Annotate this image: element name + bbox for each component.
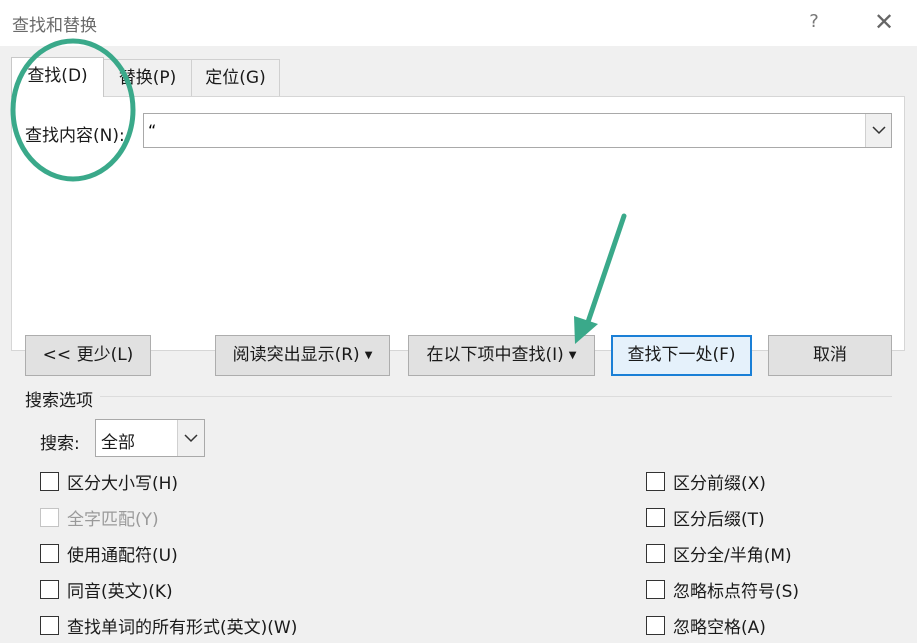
find-next-label: 查找下一处(F): [627, 345, 736, 365]
checkbox-label: 区分全/半角(M): [673, 546, 792, 566]
search-direction-select[interactable]: 全部: [95, 419, 205, 457]
checkbox-label: 区分大小写(H): [67, 474, 179, 494]
ignore-space-checkbox[interactable]: 忽略空格(A): [646, 613, 766, 638]
checkbox-label: 区分后缀(T): [673, 510, 765, 530]
dialog-body: 查找(D) 替换(P) 定位(G) 查找内容(N): << 更少(L) 阅读突出…: [0, 46, 917, 643]
checkbox-label: 使用通配符(U): [67, 546, 178, 566]
checkbox-box[interactable]: [646, 580, 665, 599]
checkbox-box[interactable]: [646, 616, 665, 635]
find-what-label: 查找内容(N):: [25, 126, 125, 146]
checkbox-label: 区分前缀(X): [673, 474, 766, 494]
checkbox-label: 忽略标点符号(S): [673, 582, 800, 602]
tab-replace[interactable]: 替换(P): [103, 59, 192, 96]
sounds-like-checkbox[interactable]: 同音(英文)(K): [40, 577, 173, 602]
chevron-down-icon[interactable]: [865, 114, 891, 147]
checkbox-box[interactable]: [646, 508, 665, 527]
wildcards-checkbox[interactable]: 使用通配符(U): [40, 541, 178, 566]
checkbox-label: 查找单词的所有形式(英文)(W): [67, 618, 298, 638]
search-direction-label: 搜索:: [40, 434, 80, 454]
checkbox-label: 全字匹配(Y): [67, 510, 159, 530]
search-direction-value: 全部: [101, 433, 135, 453]
reading-highlight-label: 阅读突出显示(R): [232, 345, 360, 365]
cancel-button[interactable]: 取消: [768, 335, 892, 376]
dropdown-arrow-icon: ▼: [364, 350, 373, 361]
checkbox-box[interactable]: [646, 472, 665, 491]
word-forms-checkbox[interactable]: 查找单词的所有形式(英文)(W): [40, 613, 297, 638]
match-case-checkbox[interactable]: 区分大小写(H): [40, 469, 178, 494]
less-button[interactable]: << 更少(L): [25, 335, 151, 376]
find-next-button[interactable]: 查找下一处(F): [611, 335, 752, 376]
less-button-label: << 更少(L): [42, 345, 134, 365]
checkbox-label: 同音(英文)(K): [67, 582, 173, 602]
whole-word-checkbox: 全字匹配(Y): [40, 505, 159, 530]
match-width-checkbox[interactable]: 区分全/半角(M): [646, 541, 792, 566]
tab-goto[interactable]: 定位(G): [191, 59, 280, 96]
section-divider: [100, 396, 892, 397]
dropdown-arrow-icon: ▼: [568, 350, 577, 361]
checkbox-box[interactable]: [40, 616, 59, 635]
tab-find[interactable]: 查找(D): [11, 57, 104, 97]
title-bar: 查找和替换 ? ✕: [0, 0, 917, 46]
reading-highlight-button[interactable]: 阅读突出显示(R) ▼: [215, 335, 390, 376]
find-in-label: 在以下项中查找(I): [426, 345, 564, 365]
window-title: 查找和替换: [12, 16, 97, 36]
match-prefix-checkbox[interactable]: 区分前缀(X): [646, 469, 766, 494]
ignore-punctuation-checkbox[interactable]: 忽略标点符号(S): [646, 577, 799, 602]
checkbox-box: [40, 508, 59, 527]
search-options-heading: 搜索选项: [25, 386, 99, 411]
checkbox-label: 忽略空格(A): [673, 618, 766, 638]
find-what-input[interactable]: [144, 114, 866, 147]
checkbox-box[interactable]: [40, 580, 59, 599]
checkbox-box[interactable]: [40, 472, 59, 491]
help-button[interactable]: ?: [800, 6, 828, 38]
checkbox-box[interactable]: [646, 544, 665, 563]
chevron-down-icon[interactable]: [177, 420, 204, 456]
checkbox-box[interactable]: [40, 544, 59, 563]
find-what-combobox[interactable]: [143, 113, 892, 148]
cancel-label: 取消: [813, 345, 847, 365]
close-button[interactable]: ✕: [864, 6, 904, 38]
find-in-button[interactable]: 在以下项中查找(I) ▼: [408, 335, 595, 376]
match-suffix-checkbox[interactable]: 区分后缀(T): [646, 505, 765, 530]
